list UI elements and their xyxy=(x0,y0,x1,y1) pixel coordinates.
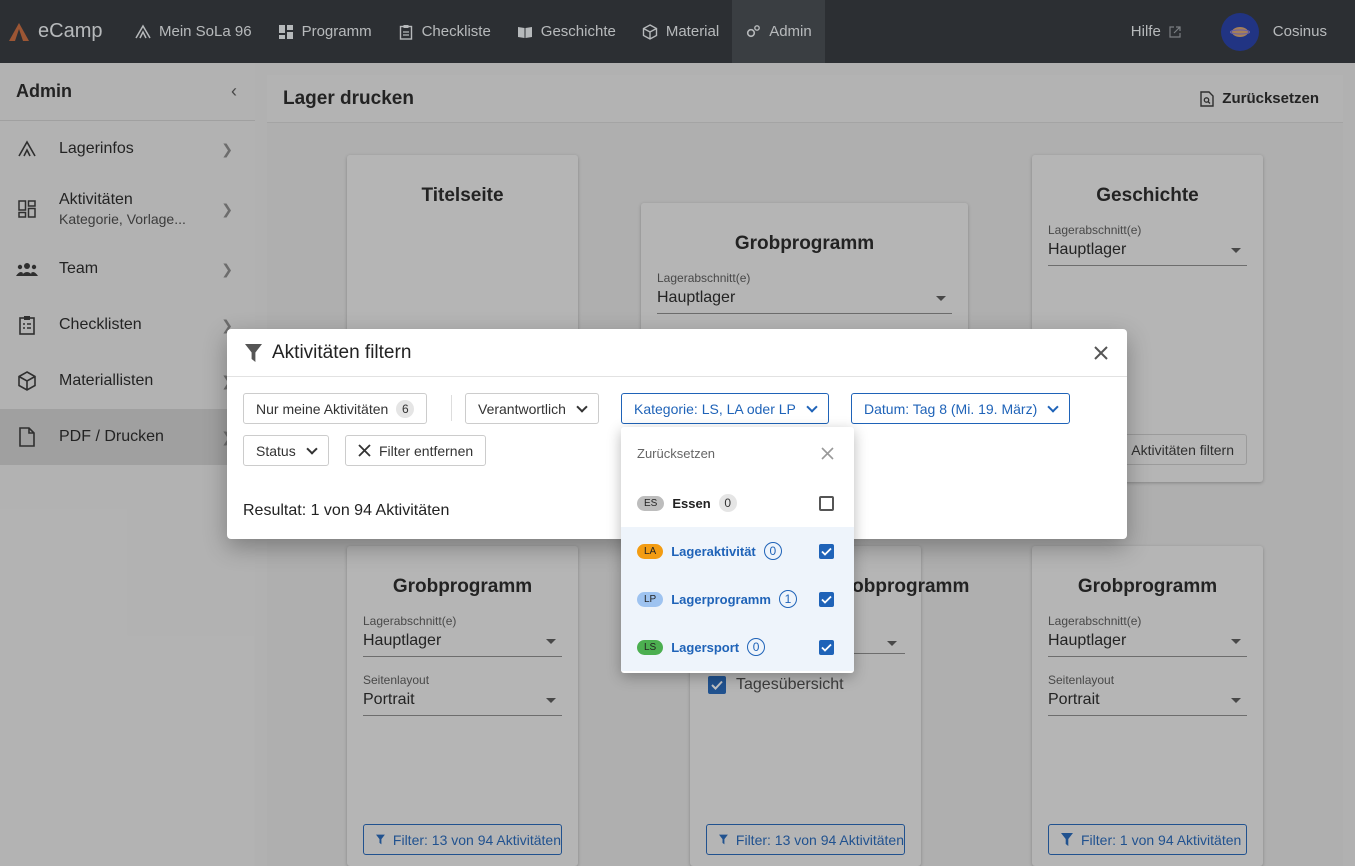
chevron-down-icon xyxy=(576,400,588,413)
dropdown-header: Zurücksetzen xyxy=(621,427,854,479)
category-label: Lagerprogramm xyxy=(671,591,771,607)
chip-label: Status xyxy=(256,442,296,459)
chevron-down-icon xyxy=(806,400,818,413)
checkbox-checked-icon[interactable] xyxy=(819,639,834,655)
date-chip[interactable]: Datum: Tag 8 (Mi. 19. März) xyxy=(851,393,1071,424)
responsible-chip[interactable]: Verantwortlich xyxy=(465,393,599,424)
dialog-header: Aktivitäten filtern xyxy=(227,329,1127,377)
category-tag: LS xyxy=(637,639,664,655)
category-label: Lageraktivität xyxy=(671,543,756,559)
filter-icon xyxy=(245,343,262,362)
category-count: 0 xyxy=(763,542,782,560)
category-option-la[interactable]: LA Lageraktivität 0 xyxy=(621,527,854,575)
chevron-down-icon xyxy=(306,442,318,455)
chip-count: 6 xyxy=(396,399,415,418)
divider xyxy=(451,395,452,421)
status-chip[interactable]: Status xyxy=(243,435,329,466)
only-mine-chip[interactable]: Nur meine Aktivitäten 6 xyxy=(243,393,428,424)
category-count: 0 xyxy=(747,638,766,656)
checkbox-unchecked-icon[interactable] xyxy=(819,495,834,511)
chip-label: Filter entfernen xyxy=(379,442,474,459)
close-icon[interactable] xyxy=(1093,345,1109,361)
close-icon xyxy=(358,444,371,457)
category-option-lp[interactable]: LP Lagerprogramm 1 xyxy=(621,575,854,623)
category-chip[interactable]: Kategorie: LS, LA oder LP xyxy=(621,393,829,424)
result-text: Resultat: 1 von 94 Aktivitäten xyxy=(243,502,450,519)
category-count: 1 xyxy=(778,590,797,608)
chip-label: Nur meine Aktivitäten xyxy=(256,400,389,417)
category-tag: ES xyxy=(637,495,665,511)
category-option-ls[interactable]: LS Lagersport 0 xyxy=(621,623,854,671)
category-tag: LP xyxy=(637,591,664,607)
category-option-list: ES Essen 0 LA Lageraktivität 0 LP Lagerprogramm… xyxy=(621,479,854,671)
chip-label: Kategorie: LS, LA oder LP xyxy=(634,400,796,417)
remove-filter-chip[interactable]: Filter entfernen xyxy=(345,435,487,466)
category-dropdown: Zurücksetzen ES Essen 0 LA Lageraktivität 0 LP… xyxy=(621,427,854,673)
category-label: Essen xyxy=(672,495,711,511)
chip-label: Datum: Tag 8 (Mi. 19. März) xyxy=(864,400,1038,417)
category-option-es[interactable]: ES Essen 0 xyxy=(621,479,854,527)
category-count: 0 xyxy=(718,494,737,512)
checkbox-checked-icon[interactable] xyxy=(819,591,834,607)
checkbox-checked-icon[interactable] xyxy=(819,543,834,559)
dialog-title: Aktivitäten filtern xyxy=(272,341,412,363)
chip-label: Verantwortlich xyxy=(478,400,566,417)
category-tag: LA xyxy=(637,543,664,559)
dropdown-reset[interactable]: Zurücksetzen xyxy=(637,446,715,461)
chevron-down-icon xyxy=(1047,400,1059,413)
close-icon[interactable] xyxy=(821,446,834,460)
category-label: Lagersport xyxy=(671,639,740,655)
